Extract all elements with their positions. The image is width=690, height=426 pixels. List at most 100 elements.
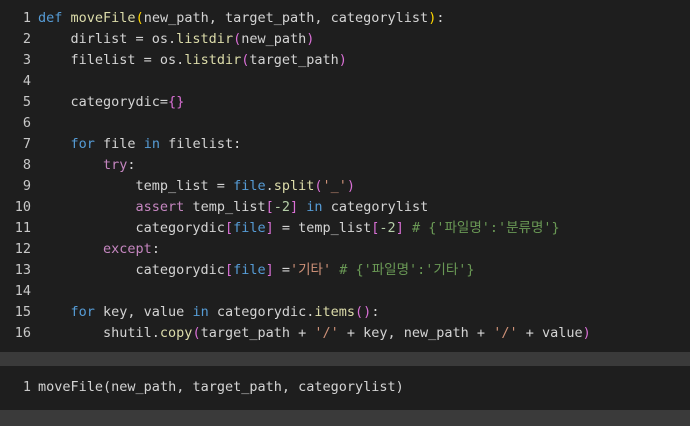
line-number: 8 xyxy=(22,157,31,173)
code-line: 5 categorydic={} xyxy=(0,92,690,113)
args: new_path, target_path, categorylist xyxy=(111,379,396,395)
code-line: 6 xyxy=(0,113,690,134)
builtin-file: file xyxy=(233,262,266,278)
line-number: 2 xyxy=(22,31,31,47)
comment: # {'파일명':'분류명'} xyxy=(411,220,560,236)
keyword-in: in xyxy=(306,199,323,215)
function-call: moveFile xyxy=(38,379,104,395)
code-text: = xyxy=(273,262,290,278)
line-number: 7 xyxy=(22,136,31,152)
code-text: key, value xyxy=(94,304,193,320)
code-text: dirlist = os. xyxy=(38,31,177,47)
bracket-close: ] xyxy=(265,220,274,236)
code-line: 12 except: xyxy=(0,239,690,260)
code-text: + key, new_path + xyxy=(338,325,494,341)
code-text: filelist: xyxy=(159,136,242,152)
line-number: 11 xyxy=(14,220,31,236)
code-cell-call[interactable]: 1 moveFile(new_path, target_path, categor… xyxy=(0,366,690,410)
line-number: 3 xyxy=(22,52,31,68)
code-line: 8 try: xyxy=(0,155,690,176)
code-line: 4 xyxy=(0,71,690,92)
colon: : xyxy=(151,241,160,257)
code-text: target_path + xyxy=(200,325,315,341)
paren-close: ) xyxy=(582,325,591,341)
keyword-except: except xyxy=(103,241,152,257)
function-call: listdir xyxy=(176,31,234,47)
dot: . xyxy=(265,178,274,194)
builtin-file: file xyxy=(233,178,266,194)
code-text: temp_list xyxy=(184,199,266,215)
line-number: 9 xyxy=(22,178,31,194)
keyword-in: in xyxy=(192,304,209,320)
keyword-in: in xyxy=(143,136,160,152)
keyword-assert: assert xyxy=(135,199,185,215)
number-literal: -2 xyxy=(379,220,396,236)
code-text: shutil. xyxy=(38,325,160,341)
paren-open: ( xyxy=(355,304,364,320)
code-text: temp_list = xyxy=(38,178,234,194)
code-line: 14 xyxy=(0,281,690,302)
paren-open: ( xyxy=(135,10,144,26)
code-text: categorylist xyxy=(322,199,429,215)
cell-separator xyxy=(0,410,690,426)
brace-close: } xyxy=(176,94,185,110)
function-call: items xyxy=(314,304,356,320)
cell-separator xyxy=(0,352,690,366)
code-cell-function[interactable]: 1 def moveFile(new_path, target_path, cat… xyxy=(0,0,690,352)
comment: # {'파일명':'기타'} xyxy=(339,262,475,278)
keyword-for: for xyxy=(70,136,95,152)
string-literal: '/' xyxy=(493,325,518,341)
paren-open: ( xyxy=(103,379,112,395)
code-text: + value xyxy=(517,325,583,341)
line-number: 4 xyxy=(22,73,31,89)
code-line: 11 categorydic[file] = temp_list[-2] # {… xyxy=(0,218,690,239)
params: new_path, target_path, categorylist xyxy=(143,10,429,26)
paren-open: ( xyxy=(314,178,323,194)
function-name: moveFile xyxy=(70,10,136,26)
code-line: 1 moveFile(new_path, target_path, categor… xyxy=(0,377,690,398)
line-number: 5 xyxy=(22,94,31,110)
keyword-try: try xyxy=(103,157,128,173)
keyword-for: for xyxy=(70,304,95,320)
code-text: categorydic xyxy=(38,262,225,278)
line-number: 1 xyxy=(22,379,31,395)
colon: : xyxy=(371,304,380,320)
line-number: 13 xyxy=(14,262,31,278)
line-number: 15 xyxy=(14,304,31,320)
code-line: 13 categorydic[file] ='기타' # {'파일명':'기타'… xyxy=(0,260,690,281)
paren-open: ( xyxy=(233,31,242,47)
number-literal: -2 xyxy=(273,199,291,215)
code-line: 7 for file in filelist: xyxy=(0,134,690,155)
code-text: categorydic. xyxy=(208,304,315,320)
bracket-open: [ xyxy=(224,262,234,278)
keyword-def: def xyxy=(38,10,63,26)
code-text: categorydic xyxy=(38,220,225,236)
builtin-file: file xyxy=(233,220,266,236)
colon: : xyxy=(436,10,445,26)
string-literal: '/' xyxy=(314,325,339,341)
function-call: split xyxy=(273,178,315,194)
brace-open: { xyxy=(168,94,177,110)
line-number: 12 xyxy=(14,241,31,257)
bracket-close: ] xyxy=(395,220,404,236)
colon: : xyxy=(127,157,136,173)
code-line: 2 dirlist = os.listdir(new_path) xyxy=(0,29,690,50)
string-literal: '_' xyxy=(322,178,347,194)
paren-open: ( xyxy=(192,325,201,341)
bracket-open: [ xyxy=(265,199,274,215)
code-line: 1 def moveFile(new_path, target_path, cat… xyxy=(0,8,690,29)
line-number: 10 xyxy=(14,199,31,215)
bracket-close: ] xyxy=(265,262,274,278)
code-text: target_path xyxy=(249,52,339,68)
code-line: 15 for key, value in categorydic.items()… xyxy=(0,302,690,323)
code-line: 16 shutil.copy(target_path + '/' + key, … xyxy=(0,323,690,344)
code-text: categorydic= xyxy=(38,94,169,110)
bracket-close: ] xyxy=(290,199,299,215)
